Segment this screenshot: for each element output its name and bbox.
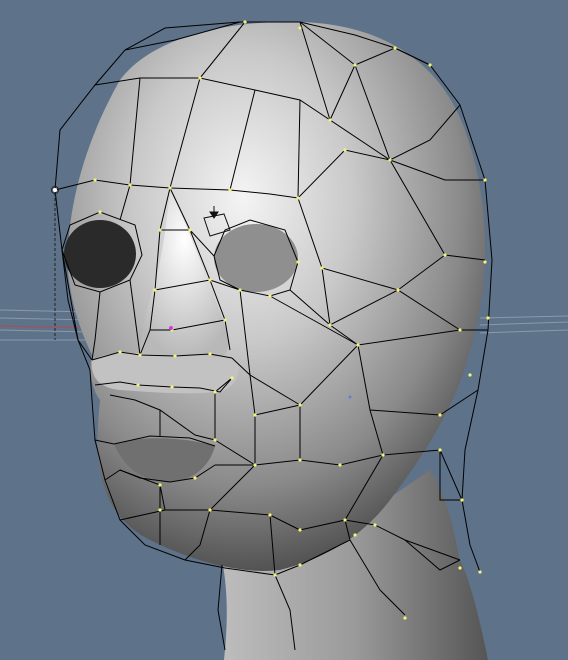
x-axis-line xyxy=(0,325,91,329)
viewport-canvas[interactable] xyxy=(0,0,568,660)
3d-viewport[interactable] xyxy=(0,0,568,660)
origin-dot xyxy=(348,395,352,399)
right-eye-socket xyxy=(214,224,298,292)
object-center[interactable] xyxy=(169,326,173,330)
upper-lip-shape xyxy=(91,352,239,394)
left-eye-socket xyxy=(64,220,136,288)
